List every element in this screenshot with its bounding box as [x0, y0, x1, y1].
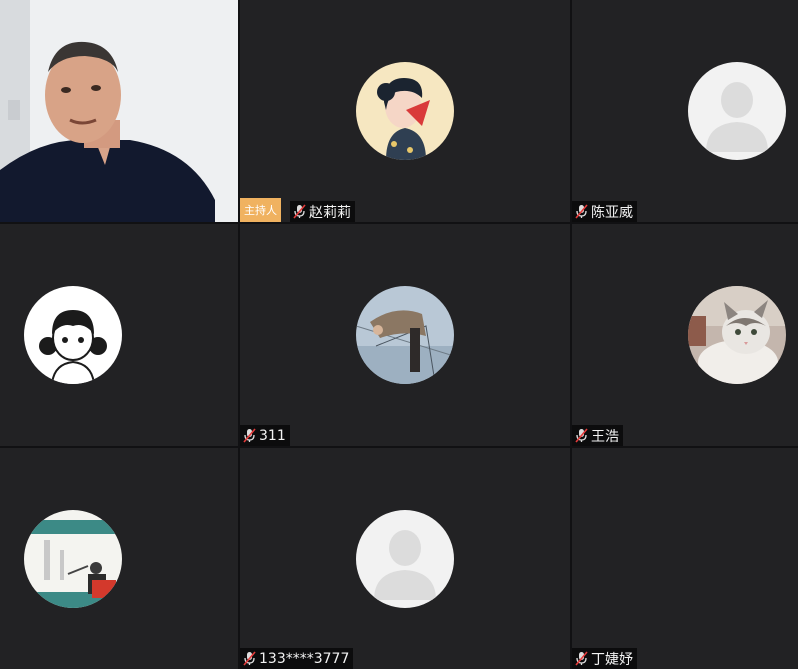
camera-feed: [0, 0, 238, 222]
participant-nametag: 133****3777: [240, 648, 354, 669]
participant-nametag: 丁婕妤: [572, 648, 637, 669]
participant-avatar: [356, 62, 454, 160]
host-badge: 主持人: [240, 198, 281, 222]
muted-mic-icon: [575, 428, 588, 443]
participant-avatar: [24, 286, 122, 384]
participant-name: 丁婕妤: [591, 651, 633, 668]
participant-name: 133****3777: [259, 650, 350, 667]
video-tile-9[interactable]: 丁婕妤: [572, 448, 798, 669]
video-tile-6[interactable]: 王浩: [572, 224, 798, 446]
video-tile-2[interactable]: 主持人 赵莉莉: [240, 0, 570, 222]
video-tile-7[interactable]: [0, 448, 238, 669]
person-silhouette-icon: [688, 62, 786, 160]
participant-avatar: [356, 286, 454, 384]
participant-nametag: 赵莉莉: [290, 201, 355, 222]
participant-name: 311: [259, 427, 286, 444]
participant-name: 赵莉莉: [309, 204, 351, 221]
participant-nametag: 王浩: [572, 425, 623, 446]
muted-mic-icon: [293, 204, 306, 219]
person-silhouette-icon: [356, 510, 454, 608]
muted-mic-icon: [575, 651, 588, 666]
participant-nametag: 311: [240, 425, 290, 446]
participant-nametag: 陈亚威: [572, 201, 637, 222]
video-tile-4[interactable]: [0, 224, 238, 446]
video-tile-5[interactable]: 311: [240, 224, 570, 446]
participant-avatar: [24, 510, 122, 608]
participant-name: 陈亚威: [591, 204, 633, 221]
video-tile-3[interactable]: 陈亚威: [572, 0, 798, 222]
video-tile-8[interactable]: 133****3777: [240, 448, 570, 669]
participant-avatar: [688, 286, 786, 384]
muted-mic-icon: [243, 428, 256, 443]
video-tile-1[interactable]: [0, 0, 238, 222]
participant-name: 王浩: [591, 428, 619, 445]
muted-mic-icon: [243, 651, 256, 666]
muted-mic-icon: [575, 204, 588, 219]
